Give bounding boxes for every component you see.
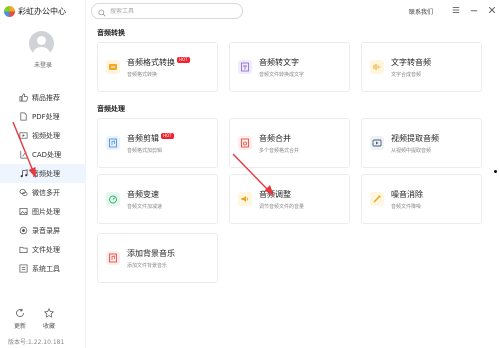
favorite-label: 收藏 — [43, 323, 56, 330]
rainbow-logo-icon — [4, 6, 15, 17]
card-title: 音频调整 — [259, 190, 291, 199]
audio-to-text-icon — [238, 60, 252, 74]
image-icon — [19, 207, 28, 216]
stray-dot — [494, 170, 497, 173]
card-title: 音频格式转换 HOT — [127, 57, 190, 67]
tool-card-audio-to-text[interactable]: 音频转文字 音频文件转换成文字 — [229, 42, 350, 92]
tool-card-noise-remove[interactable]: 噪音消除 音频文件降噪 — [361, 174, 482, 224]
star-icon — [43, 307, 55, 318]
sidebar: 彩虹办公中心 未登录 精品推荐 PDF处理 视频处理 CAD处理 音频处理 微信… — [0, 0, 86, 348]
cad-icon — [19, 150, 28, 159]
sidebar-item-label: 文件处理 — [32, 245, 60, 254]
card-subtitle: 音频文件加减速 — [127, 204, 163, 210]
favorite-button[interactable]: 收藏 — [43, 307, 56, 330]
hot-badge: HOT — [177, 57, 190, 63]
noise-remove-icon — [370, 192, 384, 206]
tool-card-audio-merge[interactable]: 音频合并 多个音频格式合并 — [229, 118, 350, 168]
card-title: 音频变速 — [127, 190, 159, 199]
sidebar-item-recommend[interactable]: 精品推荐 — [0, 88, 86, 107]
card-title: 音频转文字 — [259, 58, 299, 67]
tool-card-video-extract-audio[interactable]: 视频提取音频 从视频中提取音频 — [361, 118, 482, 168]
system-tools-icon — [19, 264, 28, 273]
sidebar-item-label: 录音录屏 — [32, 226, 60, 235]
app-brand: 彩虹办公中心 — [4, 6, 66, 17]
card-subtitle: 从视频中提取音频 — [391, 148, 432, 154]
volume-icon — [238, 192, 252, 206]
audio-cut-icon — [106, 136, 120, 150]
card-title: 添加背景音乐 — [127, 249, 175, 258]
sidebar-item-system[interactable]: 系统工具 — [0, 259, 86, 278]
sidebar-item-cad[interactable]: CAD处理 — [0, 145, 86, 164]
card-title: 视频提取音频 — [391, 134, 439, 143]
audio-merge-icon — [238, 136, 252, 150]
sidebar-item-label: 图片处理 — [32, 207, 60, 216]
search-box[interactable] — [91, 3, 243, 19]
tool-card-add-bg-music[interactable]: 添加背景音乐 添加文件背景音乐 — [97, 233, 218, 283]
thumb-up-icon — [19, 93, 28, 102]
card-subtitle: 音频格式加剪辑 — [127, 148, 163, 154]
tool-card-audio-speed[interactable]: 音频变速 音频文件加减速 — [97, 174, 218, 224]
video-icon — [19, 131, 28, 140]
record-icon — [19, 226, 28, 235]
window-controls — [451, 5, 496, 14]
section-title-audio-process: 音频处理 — [97, 105, 125, 113]
sidebar-item-label: 音频处理 — [32, 169, 60, 178]
search-input[interactable] — [110, 7, 230, 15]
card-title: 噪音消除 — [391, 190, 423, 199]
sidebar-bottom: 更新 收藏 — [14, 307, 56, 330]
card-subtitle: 音频格式转换 — [127, 72, 158, 78]
tool-card-audio-cut[interactable]: 音频剪辑 HOT 音频格式加剪辑 — [97, 118, 218, 168]
sidebar-item-video[interactable]: 视频处理 — [0, 126, 86, 145]
bg-music-icon — [106, 251, 120, 265]
sidebar-item-record[interactable]: 录音录屏 — [0, 221, 86, 240]
search-icon — [98, 2, 106, 21]
avatar[interactable] — [29, 31, 54, 56]
update-label: 更新 — [14, 323, 27, 330]
wechat-icon — [19, 188, 28, 197]
close-icon[interactable] — [487, 5, 496, 14]
minimize-icon[interactable] — [469, 5, 478, 14]
tool-card-audio-volume[interactable]: 音频调整 调节音频文件的音量 — [229, 174, 350, 224]
pdf-file-icon — [19, 112, 28, 121]
sidebar-item-pdf[interactable]: PDF处理 — [0, 107, 86, 126]
text-to-audio-icon — [370, 60, 384, 74]
card-subtitle: 多个音频格式合并 — [259, 148, 300, 154]
card-subtitle: 音频文件转换成文字 — [259, 72, 305, 78]
sidebar-item-label: PDF处理 — [32, 112, 60, 121]
card-subtitle: 文字合成音频 — [391, 72, 422, 78]
card-subtitle: 添加文件背景音乐 — [127, 263, 168, 269]
card-title: 音频剪辑 HOT — [127, 133, 174, 143]
audio-speed-icon — [106, 192, 120, 206]
audio-convert-icon — [106, 60, 120, 74]
card-subtitle: 音频文件降噪 — [391, 204, 422, 210]
sidebar-item-image[interactable]: 图片处理 — [0, 202, 86, 221]
sidebar-item-label: CAD处理 — [32, 150, 62, 159]
sidebar-nav: 精品推荐 PDF处理 视频处理 CAD处理 音频处理 微信多开 图片处理 录音录… — [0, 88, 86, 278]
tool-card-text-to-audio[interactable]: 文字转音频 文字合成音频 — [361, 42, 482, 92]
folder-icon — [19, 245, 28, 254]
app-title: 彩虹办公中心 — [18, 7, 66, 16]
sidebar-item-wechat[interactable]: 微信多开 — [0, 183, 86, 202]
refresh-icon — [15, 308, 25, 318]
update-button[interactable]: 更新 — [14, 308, 26, 330]
sidebar-item-label: 精品推荐 — [32, 93, 60, 102]
card-subtitle: 调节音频文件的音量 — [259, 204, 305, 210]
sidebar-item-file[interactable]: 文件处理 — [0, 240, 86, 259]
version-label: 版本号:1.22.10.181 — [8, 339, 65, 346]
sidebar-item-label: 视频处理 — [32, 131, 60, 140]
sidebar-item-label: 系统工具 — [32, 264, 60, 273]
sidebar-item-label: 微信多开 — [32, 188, 60, 197]
video-extract-audio-icon — [370, 136, 384, 150]
sidebar-item-audio[interactable]: 音频处理 — [0, 164, 86, 183]
contact-us-link[interactable]: 联系我们 — [409, 7, 433, 16]
card-title: 音频合并 — [259, 134, 291, 143]
card-title: 文字转音频 — [391, 58, 431, 67]
menu-icon[interactable] — [451, 5, 460, 14]
music-note-icon — [19, 169, 28, 178]
tool-card-audio-format-convert[interactable]: 音频格式转换 HOT 音频格式转换 — [97, 42, 218, 92]
section-title-audio-convert: 音频转换 — [97, 29, 125, 37]
hot-badge: HOT — [161, 133, 174, 139]
login-status[interactable]: 未登录 — [0, 60, 86, 69]
